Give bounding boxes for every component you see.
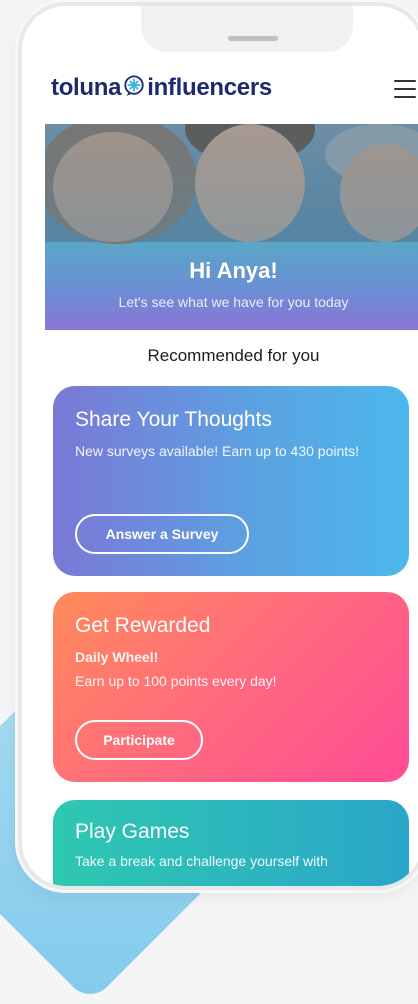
phone-speaker (228, 36, 278, 41)
phone-frame: toluna influencers Hi Anya! Let's see wh… (22, 6, 418, 886)
speech-bubble-logo-icon (124, 75, 144, 97)
rewards-card[interactable]: Get Rewarded Daily Wheel! Earn up to 100… (53, 592, 409, 782)
hamburger-menu-icon[interactable] (394, 80, 416, 98)
app-header: toluna influencers (45, 66, 418, 114)
logo-text-left: toluna (51, 74, 122, 101)
toluna-influencers-logo[interactable]: toluna influencers (51, 74, 272, 102)
card-subtitle: Daily Wheel! (75, 649, 159, 665)
answer-survey-button[interactable]: Answer a Survey (75, 514, 249, 554)
logo-text-right: influencers (147, 74, 272, 101)
card-title: Share Your Thoughts (75, 408, 272, 431)
hero-photo (45, 124, 418, 244)
greeting-title: Hi Anya! (189, 258, 278, 283)
card-title: Get Rewarded (75, 614, 211, 637)
phone-notch (141, 6, 353, 52)
hero-banner: Hi Anya! Let's see what we have for you … (45, 124, 418, 330)
card-description: Earn up to 100 points every day! (75, 673, 277, 689)
participate-button[interactable]: Participate (75, 720, 203, 760)
section-title: Recommended for you (147, 346, 320, 365)
survey-card[interactable]: Share Your Thoughts New surveys availabl… (53, 386, 409, 576)
games-card[interactable]: Play Games Take a break and challenge yo… (53, 800, 409, 886)
app-screen: toluna influencers Hi Anya! Let's see wh… (45, 6, 418, 886)
greeting-subtitle: Let's see what we have for you today (118, 294, 349, 310)
card-title: Play Games (75, 820, 190, 843)
card-description: Take a break and challenge yourself with (75, 853, 328, 869)
card-description: New surveys available! Earn up to 430 po… (75, 443, 360, 459)
